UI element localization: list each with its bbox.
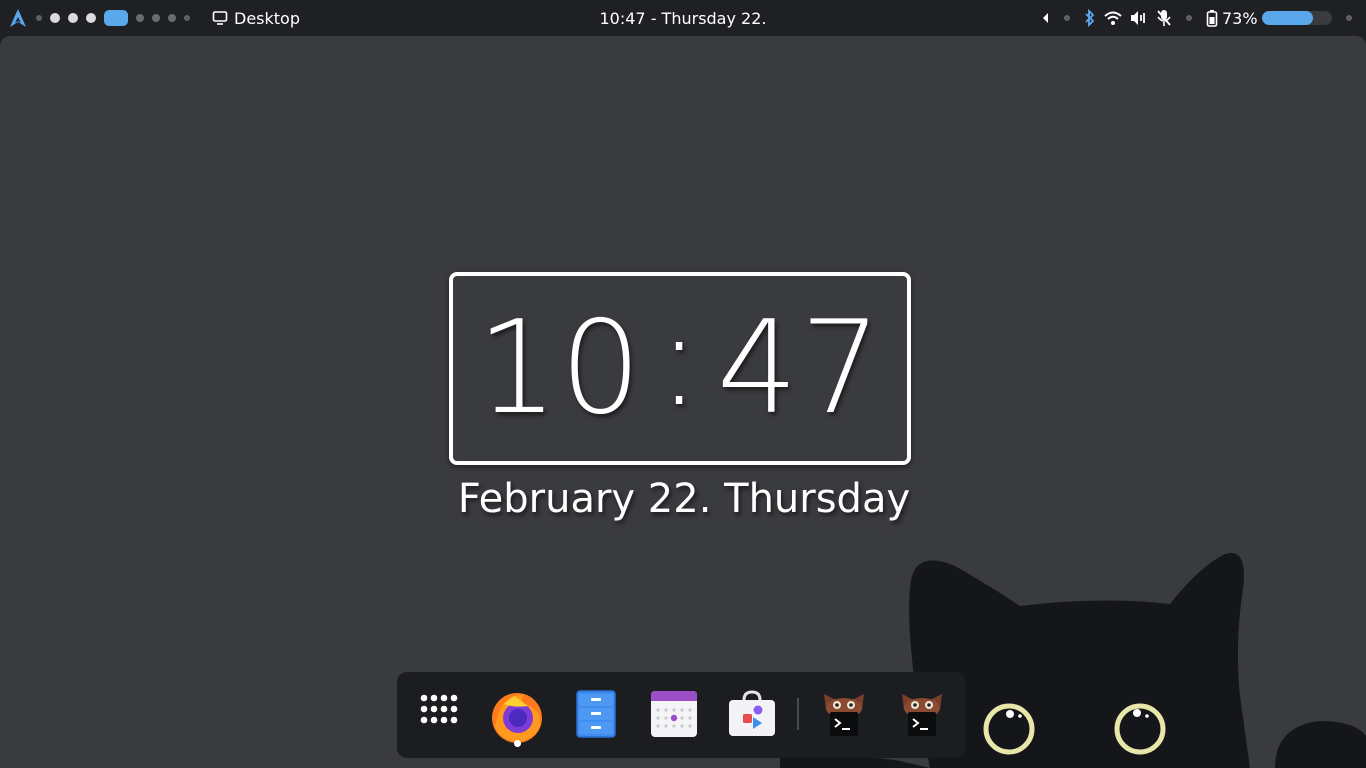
- arrow-left-icon[interactable]: [1040, 11, 1050, 25]
- workspace-dot[interactable]: [168, 14, 176, 22]
- battery-icon[interactable]: [1206, 9, 1218, 27]
- workspace-dot[interactable]: [86, 13, 96, 23]
- workspace-active[interactable]: [104, 10, 128, 26]
- firefox-launcher[interactable]: [490, 688, 542, 743]
- battery-percent: 73%: [1222, 8, 1258, 28]
- files-launcher[interactable]: [570, 688, 622, 740]
- workspace-dot[interactable]: [36, 15, 42, 21]
- app-grid-icon: [420, 694, 458, 724]
- software-store-icon: [729, 690, 775, 736]
- microphone-muted-icon[interactable]: [1156, 9, 1172, 27]
- volume-icon[interactable]: [1130, 10, 1148, 26]
- workspace-dot[interactable]: [68, 13, 78, 23]
- arch-logo-icon: [10, 9, 26, 27]
- separator-dot: [1064, 15, 1070, 21]
- software-launcher[interactable]: [726, 688, 778, 740]
- dock: [397, 672, 965, 758]
- top-panel: Desktop 10:47 - Thursday 22. 73%: [0, 0, 1366, 36]
- terminal-cat-icon: [902, 694, 942, 736]
- running-indicator: [514, 740, 521, 747]
- calendar-icon: [651, 691, 697, 737]
- separator-dot: [1186, 15, 1192, 21]
- terminal-window-2[interactable]: [896, 688, 948, 740]
- clock-separator: :: [657, 285, 703, 435]
- workspace-dot[interactable]: [136, 14, 144, 22]
- file-cabinet-icon: [576, 690, 616, 738]
- workspace-dot[interactable]: [50, 13, 60, 23]
- desktop-area[interactable]: 10 : 47 February 22. Thursday: [0, 36, 1366, 768]
- show-apps-button[interactable]: [414, 688, 466, 740]
- terminal-window-1[interactable]: [818, 688, 870, 740]
- system-tray[interactable]: 73%: [1040, 0, 1366, 36]
- wifi-icon[interactable]: [1104, 10, 1122, 26]
- workspace-dot[interactable]: [152, 14, 160, 22]
- calendar-launcher[interactable]: [648, 688, 700, 740]
- window-title-label: Desktop: [234, 8, 300, 28]
- window-title[interactable]: Desktop: [212, 0, 300, 36]
- separator-dot: [1345, 15, 1352, 21]
- clock-hours: 10: [476, 293, 644, 443]
- clock-minutes: 47: [716, 293, 884, 443]
- battery-bar-fill: [1261, 11, 1313, 25]
- workspace-dot[interactable]: [184, 15, 190, 21]
- bluetooth-icon[interactable]: [1084, 9, 1096, 27]
- terminal-cat-icon: [824, 694, 864, 736]
- workspace-indicator[interactable]: [32, 0, 194, 36]
- clock-widget: 10 : 47: [449, 272, 911, 465]
- firefox-icon: [492, 693, 542, 743]
- desktop-icon: [212, 11, 228, 25]
- date-label: February 22. Thursday: [457, 476, 911, 522]
- topbar-clock[interactable]: 10:47 - Thursday 22.: [600, 9, 767, 28]
- battery-bar: [1261, 11, 1332, 25]
- activities-button[interactable]: [8, 0, 28, 36]
- dock-separator: [797, 698, 799, 730]
